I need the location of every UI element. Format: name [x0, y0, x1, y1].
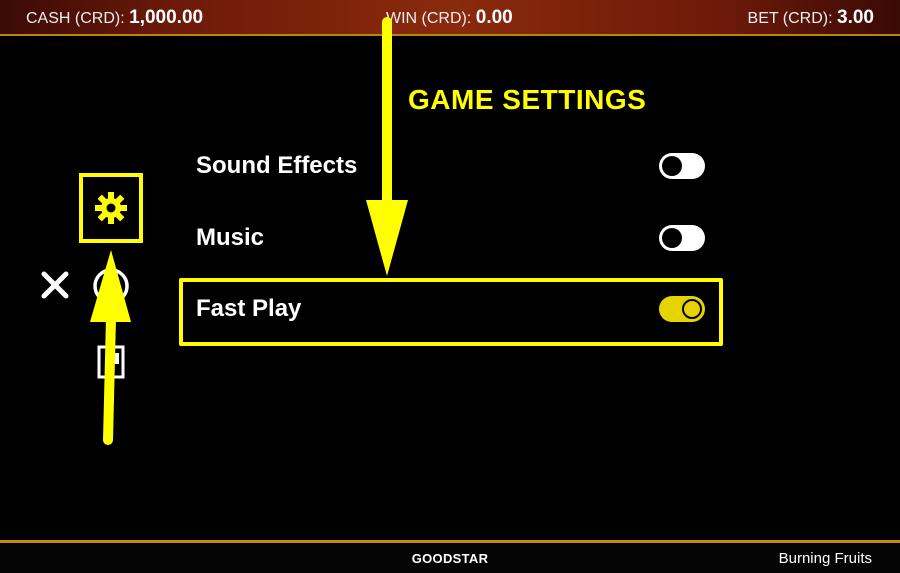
cash-label: CASH (CRD):: [26, 10, 125, 27]
info-icon[interactable]: [91, 266, 131, 306]
bet-label: BET (CRD):: [747, 10, 833, 27]
cash-display: CASH (CRD): 1,000.00: [26, 7, 203, 29]
brand-label: GOODSTAR: [411, 551, 489, 566]
sound-effects-label: Sound Effects: [196, 152, 358, 179]
footer-bar: GOODSTAR Burning Fruits: [0, 540, 900, 573]
music-label: Music: [196, 224, 265, 251]
cash-value: 1,000.00: [129, 7, 204, 28]
settings-title: GAME SETTINGS: [408, 84, 647, 115]
bet-display: BET (CRD): 3.00: [748, 7, 874, 29]
gear-icon: [95, 192, 127, 224]
close-icon[interactable]: [40, 270, 70, 300]
game-name: Burning Fruits: [778, 550, 872, 567]
win-label: WIN (CRD):: [386, 10, 472, 27]
settings-button[interactable]: [79, 173, 143, 243]
toggle-knob: [662, 156, 682, 176]
win-value: 0.00: [475, 7, 513, 28]
fast-play-toggle[interactable]: [659, 296, 705, 322]
win-display: WIN (CRD): 0.00: [386, 7, 513, 29]
bet-value: 3.00: [837, 7, 874, 28]
toggle-knob: [662, 228, 682, 248]
status-bar: CASH (CRD): 1,000.00 WIN (CRD): 0.00 BET…: [0, 0, 900, 36]
fast-play-label: Fast Play: [196, 295, 302, 322]
paytable-icon[interactable]: [96, 344, 126, 380]
music-toggle[interactable]: [659, 225, 705, 251]
sound-effects-toggle[interactable]: [659, 153, 705, 179]
toggle-knob: [682, 299, 702, 319]
